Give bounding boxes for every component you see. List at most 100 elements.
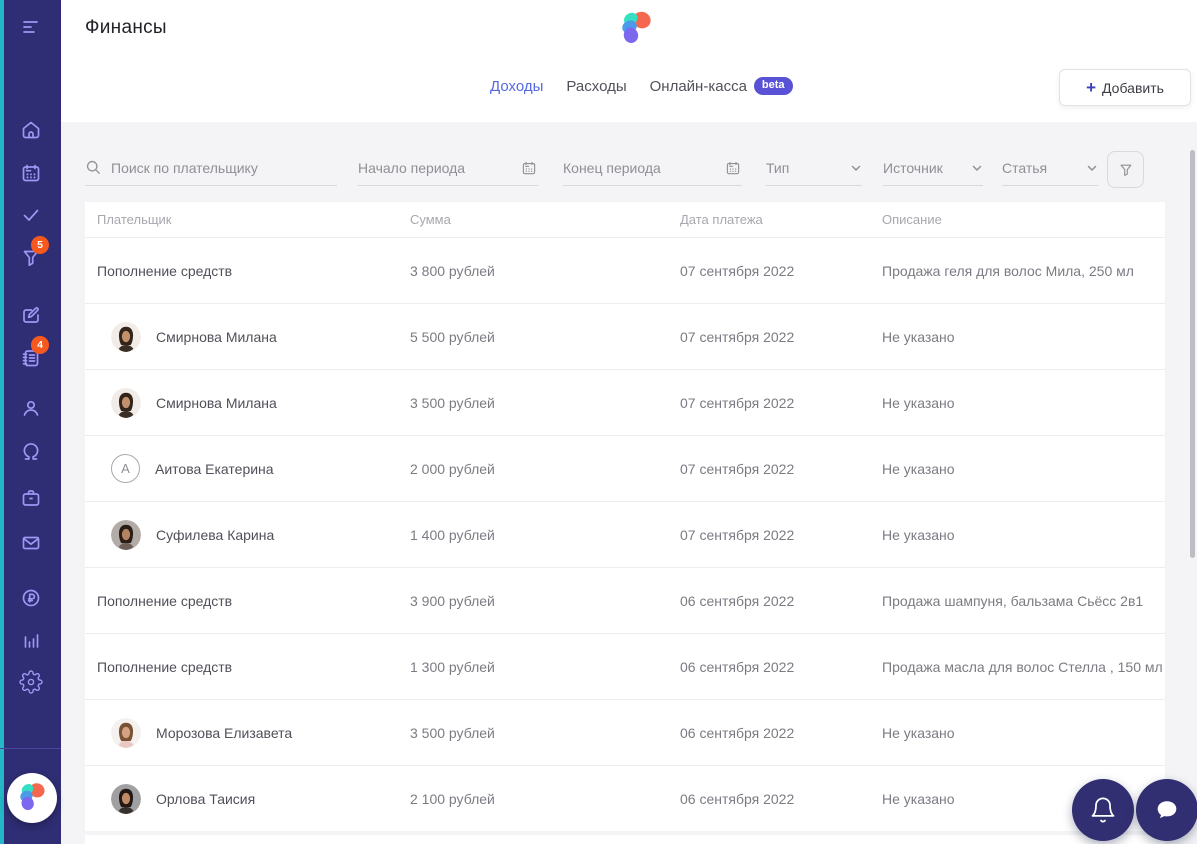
tab-online-cashier[interactable]: Онлайн-касса beta: [650, 77, 793, 95]
payment-date: 06 сентября 2022: [680, 658, 795, 675]
tab-income[interactable]: Доходы: [490, 78, 543, 95]
sidebar-item-mail[interactable]: [0, 521, 61, 565]
amount: 5 500 рублей: [410, 328, 495, 345]
scrollbar-thumb[interactable]: [1190, 150, 1195, 558]
amount: 1 300 рублей: [410, 658, 495, 675]
sidebar-item-person[interactable]: [0, 386, 61, 430]
amount: 3 500 рублей: [410, 394, 495, 411]
payer-name: Пополнение средств: [97, 262, 233, 279]
payment-date: 06 сентября 2022: [680, 724, 795, 741]
menu-icon: [22, 21, 38, 33]
journal-badge: 4: [31, 336, 49, 354]
payer-name: Смирнова Милана: [156, 394, 277, 411]
description: Не указано: [882, 460, 955, 477]
edit-icon: [22, 307, 39, 323]
table-header: Плательщик Сумма Дата платежа Описание: [85, 202, 1165, 237]
sidebar-item-edit[interactable]: [0, 293, 61, 337]
table-row[interactable]: Пополнение средств 3 900 рублей 06 сентя…: [85, 567, 1165, 633]
avatar: [111, 387, 141, 418]
amount: 3 500 рублей: [410, 724, 495, 741]
page-title: Финансы: [85, 17, 167, 38]
filter-button[interactable]: [1107, 151, 1144, 188]
funnel-icon: [1120, 164, 1131, 176]
description: Продажа геля для волос Мила, 250 мл: [882, 262, 1134, 279]
source-dropdown-label: Источник: [883, 159, 943, 176]
article-dropdown[interactable]: Статья: [1002, 150, 1098, 186]
payment-date: 07 сентября 2022: [680, 394, 795, 411]
payer-name: Пополнение средств: [97, 658, 233, 675]
table-row[interactable]: Морозова Елизавета 3 500 рублей 06 сентя…: [85, 699, 1165, 765]
amount: 3 800 рублей: [410, 262, 495, 279]
table-row-partial: [85, 835, 1165, 844]
period-start-label: Начало периода: [358, 159, 466, 176]
tab-online-cashier-label: Онлайн-касса: [649, 77, 747, 95]
beta-badge: beta: [753, 77, 793, 95]
search-input[interactable]: [111, 159, 321, 176]
sidebar-logo[interactable]: [7, 773, 57, 823]
header: Финансы Доходы Расходы Онлайн-касса beta…: [61, 0, 1197, 122]
sidebar-item-tasks[interactable]: [0, 193, 61, 237]
sidebar-item-finance[interactable]: [0, 576, 61, 620]
table-row[interactable]: Пополнение средств 1 300 рублей 06 сентя…: [85, 633, 1165, 699]
type-dropdown-label: Тип: [766, 159, 790, 176]
col-amount: Сумма: [410, 212, 451, 227]
brand-logo-icon: [20, 783, 45, 811]
table-row[interactable]: Смирнова Милана 5 500 рублей 07 сентября…: [85, 303, 1165, 369]
col-description: Описание: [882, 212, 942, 227]
tab-bar: Доходы Расходы Онлайн-касса beta: [490, 77, 793, 95]
sidebar-item-journal[interactable]: 4: [0, 336, 61, 380]
chart-icon: [24, 634, 38, 648]
tab-income-label: Доходы: [490, 77, 544, 95]
payment-date: 07 сентября 2022: [680, 262, 795, 279]
payer-name: Орлова Таисия: [156, 790, 256, 807]
sidebar-item-settings[interactable]: [0, 660, 61, 704]
avatar: [111, 717, 141, 748]
description: Не указано: [882, 394, 955, 411]
chevron-down-icon: [851, 165, 861, 171]
period-start-field[interactable]: Начало периода: [358, 150, 538, 186]
client-icon: [23, 443, 38, 460]
search-field[interactable]: [85, 150, 337, 186]
add-button[interactable]: + Добавить: [1059, 69, 1191, 106]
home-icon: [22, 121, 39, 139]
table-row[interactable]: А Аитова Екатерина 2 000 рублей 07 сентяб…: [85, 435, 1165, 501]
table-row[interactable]: Суфилева Карина 1 400 рублей 07 сентября…: [85, 501, 1165, 567]
amount: 3 900 рублей: [410, 592, 495, 609]
bell-icon: [1091, 797, 1115, 823]
article-dropdown-label: Статья: [1002, 159, 1048, 176]
description: Не указано: [882, 526, 955, 543]
tab-expenses[interactable]: Расходы: [566, 78, 626, 95]
source-dropdown[interactable]: Источник: [883, 150, 983, 186]
sidebar-item-stats[interactable]: [0, 618, 61, 662]
menu-toggle-button[interactable]: [0, 5, 61, 49]
col-payer: Плательщик: [97, 212, 172, 227]
payer-name: Аитова Екатерина: [155, 460, 274, 477]
type-dropdown[interactable]: Тип: [766, 150, 862, 186]
check-icon: [23, 209, 38, 221]
amount: 2 100 рублей: [410, 790, 495, 807]
add-button-label: Добавить: [1102, 79, 1164, 96]
sidebar-item-home[interactable]: [0, 108, 61, 152]
sidebar-item-job[interactable]: [0, 476, 61, 520]
calendar-icon: [726, 161, 740, 174]
table-row[interactable]: Пополнение средств 3 800 рублей 07 сентя…: [85, 237, 1165, 303]
description: Продажа масла для волос Стелла , 150 мл: [882, 658, 1163, 675]
notifications-button[interactable]: [1072, 779, 1134, 841]
sidebar-item-calendar[interactable]: [0, 151, 61, 195]
sidebar-item-filter[interactable]: 5: [0, 236, 61, 280]
chevron-down-icon: [972, 165, 982, 171]
mail-icon: [22, 536, 39, 550]
chevron-down-icon: [1087, 165, 1097, 171]
period-end-field[interactable]: Конец периода: [563, 150, 742, 186]
table-row[interactable]: Орлова Таисия 2 100 рублей 06 сентября 2…: [85, 765, 1165, 831]
chat-button[interactable]: [1136, 779, 1197, 841]
amount: 1 400 рублей: [410, 526, 495, 543]
plus-icon: +: [1086, 78, 1097, 97]
avatar: [111, 783, 141, 814]
sidebar-item-clients[interactable]: [0, 430, 61, 474]
avatar: А: [111, 454, 140, 483]
payer-name: Суфилева Карина: [156, 526, 275, 543]
ruble-icon: [22, 589, 39, 607]
table-row[interactable]: Смирнова Милана 3 500 рублей 07 сентября…: [85, 369, 1165, 435]
calendar-icon: [522, 161, 536, 174]
